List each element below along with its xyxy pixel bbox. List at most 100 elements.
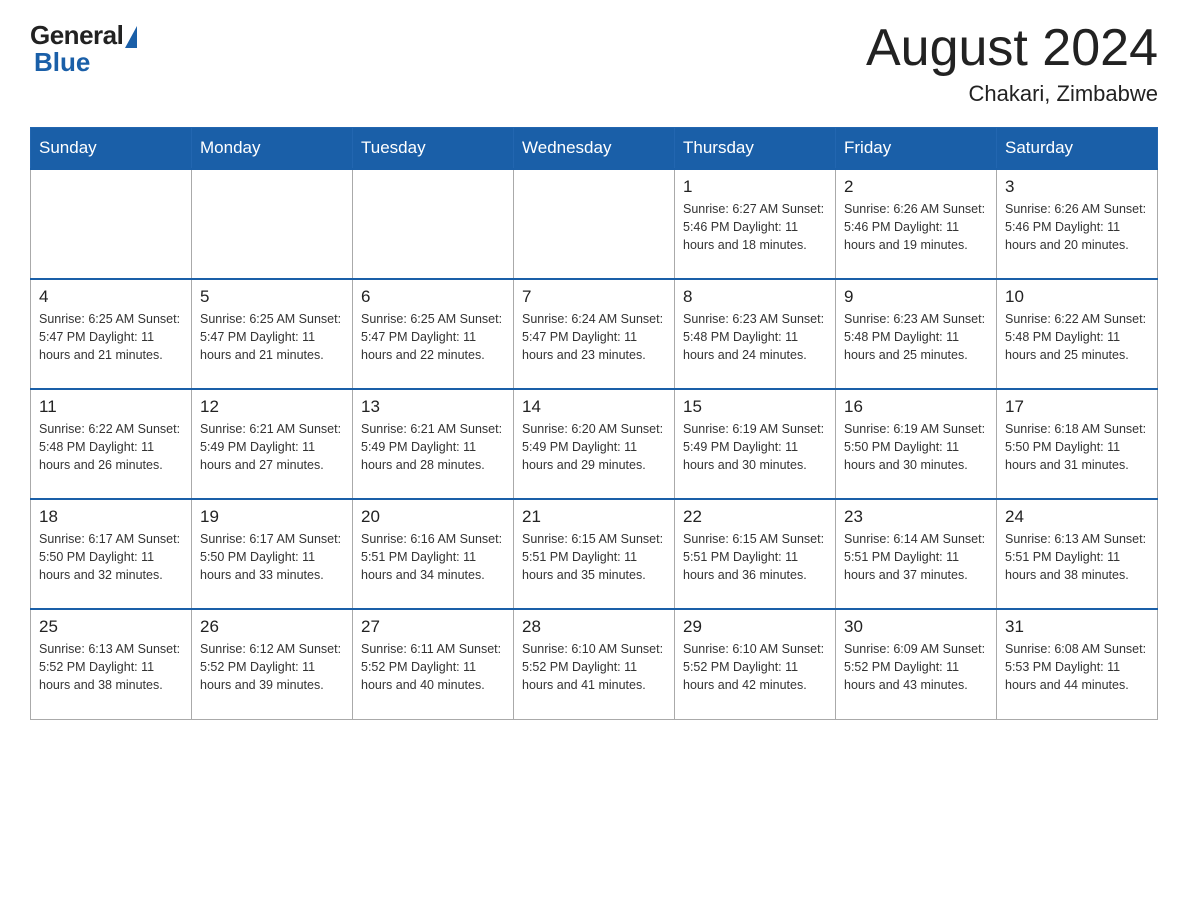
day-info: Sunrise: 6:25 AM Sunset: 5:47 PM Dayligh… [39, 310, 183, 364]
calendar-cell: 4 Sunrise: 6:25 AM Sunset: 5:47 PM Daylig… [31, 279, 192, 389]
day-number: 24 [1005, 507, 1149, 527]
day-info: Sunrise: 6:21 AM Sunset: 5:49 PM Dayligh… [200, 420, 344, 474]
calendar-cell: 3 Sunrise: 6:26 AM Sunset: 5:46 PM Daylig… [997, 169, 1158, 279]
calendar-cell: 18Sunrise: 6:17 AM Sunset: 5:50 PM Dayli… [31, 499, 192, 609]
day-info: Sunrise: 6:13 AM Sunset: 5:52 PM Dayligh… [39, 640, 183, 694]
day-info: Sunrise: 6:15 AM Sunset: 5:51 PM Dayligh… [522, 530, 666, 584]
day-info: Sunrise: 6:09 AM Sunset: 5:52 PM Dayligh… [844, 640, 988, 694]
day-number: 27 [361, 617, 505, 637]
logo: General Blue [30, 20, 137, 78]
day-number: 30 [844, 617, 988, 637]
day-number: 12 [200, 397, 344, 417]
location-text: Chakari, Zimbabwe [866, 81, 1158, 107]
calendar-cell: 19 Sunrise: 6:17 AM Sunset: 5:50 PM Dayli… [192, 499, 353, 609]
calendar-cell: 13 Sunrise: 6:21 AM Sunset: 5:49 PM Dayli… [353, 389, 514, 499]
calendar-cell: 15 Sunrise: 6:19 AM Sunset: 5:49 PM Dayli… [675, 389, 836, 499]
calendar-cell [31, 169, 192, 279]
logo-triangle-icon [125, 26, 137, 48]
day-number: 4 [39, 287, 183, 307]
day-info: Sunrise: 6:22 AM Sunset: 5:48 PM Dayligh… [39, 420, 183, 474]
day-info: Sunrise: 6:10 AM Sunset: 5:52 PM Dayligh… [522, 640, 666, 694]
calendar-cell: 9 Sunrise: 6:23 AM Sunset: 5:48 PM Daylig… [836, 279, 997, 389]
day-number: 16 [844, 397, 988, 417]
day-info: Sunrise: 6:17 AM Sunset: 5:50 PM Dayligh… [39, 530, 183, 584]
calendar-cell: 26 Sunrise: 6:12 AM Sunset: 5:52 PM Dayli… [192, 609, 353, 719]
calendar-cell: 20Sunrise: 6:16 AM Sunset: 5:51 PM Dayli… [353, 499, 514, 609]
day-number: 29 [683, 617, 827, 637]
day-info: Sunrise: 6:26 AM Sunset: 5:46 PM Dayligh… [844, 200, 988, 254]
day-number: 3 [1005, 177, 1149, 197]
weekday-header-sunday: Sunday [31, 128, 192, 170]
day-info: Sunrise: 6:23 AM Sunset: 5:48 PM Dayligh… [844, 310, 988, 364]
calendar-cell: 11Sunrise: 6:22 AM Sunset: 5:48 PM Dayli… [31, 389, 192, 499]
title-block: August 2024 Chakari, Zimbabwe [866, 20, 1158, 107]
day-number: 28 [522, 617, 666, 637]
day-info: Sunrise: 6:19 AM Sunset: 5:49 PM Dayligh… [683, 420, 827, 474]
week-row-4: 18Sunrise: 6:17 AM Sunset: 5:50 PM Dayli… [31, 499, 1158, 609]
calendar-cell: 28 Sunrise: 6:10 AM Sunset: 5:52 PM Dayli… [514, 609, 675, 719]
day-info: Sunrise: 6:14 AM Sunset: 5:51 PM Dayligh… [844, 530, 988, 584]
weekday-header-saturday: Saturday [997, 128, 1158, 170]
calendar-cell: 24 Sunrise: 6:13 AM Sunset: 5:51 PM Dayli… [997, 499, 1158, 609]
calendar-cell [353, 169, 514, 279]
day-info: Sunrise: 6:26 AM Sunset: 5:46 PM Dayligh… [1005, 200, 1149, 254]
day-info: Sunrise: 6:08 AM Sunset: 5:53 PM Dayligh… [1005, 640, 1149, 694]
month-year-heading: August 2024 [866, 20, 1158, 77]
day-number: 23 [844, 507, 988, 527]
day-info: Sunrise: 6:23 AM Sunset: 5:48 PM Dayligh… [683, 310, 827, 364]
day-number: 14 [522, 397, 666, 417]
week-row-2: 4 Sunrise: 6:25 AM Sunset: 5:47 PM Daylig… [31, 279, 1158, 389]
calendar-cell: 31Sunrise: 6:08 AM Sunset: 5:53 PM Dayli… [997, 609, 1158, 719]
calendar-cell: 30 Sunrise: 6:09 AM Sunset: 5:52 PM Dayli… [836, 609, 997, 719]
day-number: 21 [522, 507, 666, 527]
week-row-5: 25 Sunrise: 6:13 AM Sunset: 5:52 PM Dayli… [31, 609, 1158, 719]
calendar-cell: 27 Sunrise: 6:11 AM Sunset: 5:52 PM Dayli… [353, 609, 514, 719]
weekday-header-row: SundayMondayTuesdayWednesdayThursdayFrid… [31, 128, 1158, 170]
day-number: 17 [1005, 397, 1149, 417]
calendar-cell: 14 Sunrise: 6:20 AM Sunset: 5:49 PM Dayli… [514, 389, 675, 499]
day-info: Sunrise: 6:16 AM Sunset: 5:51 PM Dayligh… [361, 530, 505, 584]
day-number: 19 [200, 507, 344, 527]
week-row-3: 11Sunrise: 6:22 AM Sunset: 5:48 PM Dayli… [31, 389, 1158, 499]
calendar-cell: 6Sunrise: 6:25 AM Sunset: 5:47 PM Daylig… [353, 279, 514, 389]
weekday-header-tuesday: Tuesday [353, 128, 514, 170]
calendar-cell: 25 Sunrise: 6:13 AM Sunset: 5:52 PM Dayli… [31, 609, 192, 719]
weekday-header-wednesday: Wednesday [514, 128, 675, 170]
day-number: 5 [200, 287, 344, 307]
day-info: Sunrise: 6:15 AM Sunset: 5:51 PM Dayligh… [683, 530, 827, 584]
day-number: 10 [1005, 287, 1149, 307]
day-number: 2 [844, 177, 988, 197]
calendar-cell: 8Sunrise: 6:23 AM Sunset: 5:48 PM Daylig… [675, 279, 836, 389]
day-number: 15 [683, 397, 827, 417]
day-number: 22 [683, 507, 827, 527]
day-info: Sunrise: 6:18 AM Sunset: 5:50 PM Dayligh… [1005, 420, 1149, 474]
calendar-cell [514, 169, 675, 279]
day-info: Sunrise: 6:11 AM Sunset: 5:52 PM Dayligh… [361, 640, 505, 694]
calendar-cell: 21 Sunrise: 6:15 AM Sunset: 5:51 PM Dayli… [514, 499, 675, 609]
calendar-cell: 2 Sunrise: 6:26 AM Sunset: 5:46 PM Daylig… [836, 169, 997, 279]
day-info: Sunrise: 6:20 AM Sunset: 5:49 PM Dayligh… [522, 420, 666, 474]
page-header: General Blue August 2024 Chakari, Zimbab… [30, 20, 1158, 107]
calendar-cell: 23 Sunrise: 6:14 AM Sunset: 5:51 PM Dayli… [836, 499, 997, 609]
weekday-header-monday: Monday [192, 128, 353, 170]
day-number: 7 [522, 287, 666, 307]
day-info: Sunrise: 6:25 AM Sunset: 5:47 PM Dayligh… [200, 310, 344, 364]
calendar-cell: 7 Sunrise: 6:24 AM Sunset: 5:47 PM Daylig… [514, 279, 675, 389]
day-info: Sunrise: 6:13 AM Sunset: 5:51 PM Dayligh… [1005, 530, 1149, 584]
week-row-1: 1Sunrise: 6:27 AM Sunset: 5:46 PM Daylig… [31, 169, 1158, 279]
day-number: 13 [361, 397, 505, 417]
day-info: Sunrise: 6:25 AM Sunset: 5:47 PM Dayligh… [361, 310, 505, 364]
weekday-header-thursday: Thursday [675, 128, 836, 170]
logo-blue-text: Blue [34, 47, 90, 78]
day-number: 25 [39, 617, 183, 637]
day-info: Sunrise: 6:24 AM Sunset: 5:47 PM Dayligh… [522, 310, 666, 364]
weekday-header-friday: Friday [836, 128, 997, 170]
day-info: Sunrise: 6:27 AM Sunset: 5:46 PM Dayligh… [683, 200, 827, 254]
day-number: 26 [200, 617, 344, 637]
day-info: Sunrise: 6:12 AM Sunset: 5:52 PM Dayligh… [200, 640, 344, 694]
day-number: 9 [844, 287, 988, 307]
day-info: Sunrise: 6:21 AM Sunset: 5:49 PM Dayligh… [361, 420, 505, 474]
calendar-cell: 16 Sunrise: 6:19 AM Sunset: 5:50 PM Dayli… [836, 389, 997, 499]
day-info: Sunrise: 6:19 AM Sunset: 5:50 PM Dayligh… [844, 420, 988, 474]
day-info: Sunrise: 6:17 AM Sunset: 5:50 PM Dayligh… [200, 530, 344, 584]
